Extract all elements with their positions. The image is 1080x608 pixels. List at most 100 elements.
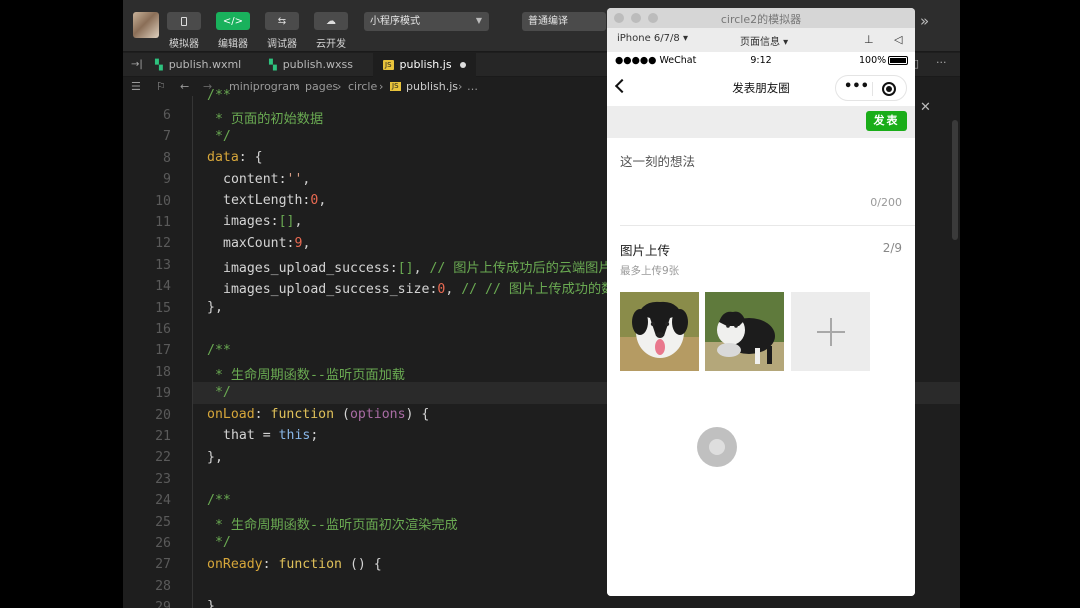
line-number: 20 [155,407,171,423]
breadcrumb-sep: › [337,80,342,93]
code-line: images_upload_success_size:0, // // 图片上传… [223,282,615,297]
list-icon[interactable]: ☰ [131,80,141,93]
code-line: content:'', [223,172,311,187]
code-line: * 生命周期函数--监听页面加载 [207,368,405,383]
more-chevron-icon[interactable]: » [920,12,929,30]
mode-select-value: 小程序模式 [370,16,420,27]
line-number: 29 [155,600,171,608]
publish-button[interactable]: 发表 [866,111,907,131]
tab-label: publish.wxss [282,58,353,71]
chevron-down-icon: ▼ [475,16,482,25]
close-target-icon[interactable] [882,82,896,96]
bookmark-icon[interactable]: ⚐ [156,80,166,93]
code-line: */ [207,385,231,400]
user-avatar[interactable] [133,12,159,38]
post-form: 这一刻的想法 0/200 图片上传 2/9 最多上传9张 [607,138,915,596]
line-number: 19 [155,386,171,402]
upload-count: 2/9 [882,241,902,255]
more-dots-icon[interactable]: ••• [844,79,869,94]
cloud-icon: ☁ [326,15,336,27]
cloud-dev-button[interactable]: ☁ [314,12,348,30]
code-line: * 生命周期函数--监听页面初次渲染完成 [207,518,458,533]
tab-publish-wxss[interactable]: ▚ publish.wxss [269,53,373,77]
collapse-sidebar-icon[interactable]: →| [131,59,143,70]
uploaded-image-dog-2[interactable] [705,292,784,371]
line-number: 14 [155,279,171,295]
line-number: 15 [155,300,171,316]
line-number: 6 [163,108,171,123]
code-line: */ [207,129,231,144]
phone-status-bar: ●●●●● WeChat 9:12 100% [607,52,915,70]
device-select[interactable]: iPhone 6/7/8 ▾ [617,33,688,44]
code-line: /** [207,88,231,103]
line-number: 23 [155,471,171,487]
line-number: 8 [163,150,171,166]
file-icon: ▚ [269,60,277,71]
divider [620,225,915,226]
line-number: 18 [155,364,171,380]
back-arrow-icon[interactable]: ← [180,80,189,93]
breadcrumb-item[interactable]: pages [305,80,338,93]
battery-icon [888,56,908,65]
upload-hint: 最多上传9张 [620,265,680,277]
simulator-toggle-button[interactable] [167,12,201,30]
simulator-titlebar: circle2的模拟器 [607,8,915,28]
gutter-divider [192,96,193,608]
code-line: textLength:0, [223,193,327,208]
breadcrumb-item: … [467,80,478,93]
code-line: /** [207,493,231,508]
breadcrumb-item[interactable]: miniprogram [229,80,300,93]
debugger-toggle-button[interactable]: ⇆ [265,12,299,30]
line-number: 16 [155,322,171,337]
line-number: 28 [155,578,171,594]
simulator-label: 模拟器 [169,39,199,50]
line-number: 21 [155,429,171,444]
line-number: 10 [155,193,171,209]
code-line: data: { [207,150,263,165]
file-icon: ▚ [155,60,163,71]
code-line: /** [207,343,231,358]
js-file-icon: JS [390,82,401,91]
simulator-controls: iPhone 6/7/8 ▾ 页面信息 ▾ ⊥ ◁ [607,28,915,52]
code-line: onReady: function () { [207,557,382,572]
code-line: onLoad: function (options) { [207,407,430,422]
compile-select-value: 普通编译 [528,16,568,27]
add-image-button[interactable] [791,292,870,371]
code-line: that = this; [223,428,319,443]
line-number: 12 [155,236,171,252]
editor-toggle-button[interactable]: </> [216,12,250,30]
line-number: 25 [155,514,171,530]
page-info-select[interactable]: 页面信息 ▾ [740,33,788,48]
pin-icon[interactable]: ⊥ [864,33,874,46]
breadcrumb-item[interactable]: publish.js [406,80,458,93]
code-line: images_upload_success:[], // 图片上传成功后的云端图… [223,261,612,276]
more-options-icon[interactable]: ··· [936,56,947,69]
code-line: */ [207,535,231,550]
code-line: }, [207,300,223,315]
editor-label: 编辑器 [218,39,248,50]
scrollbar[interactable] [952,120,958,240]
thought-textarea[interactable]: 这一刻的想法 [620,151,695,170]
uploaded-image-dog-1[interactable] [620,292,699,371]
line-number: 22 [155,450,171,466]
breadcrumb-sep: › [379,80,384,93]
upload-title: 图片上传 [620,243,671,258]
close-panel-icon[interactable]: ✕ [920,100,931,115]
simulator-window: circle2的模拟器 iPhone 6/7/8 ▾ 页面信息 ▾ ⊥ ◁ ●●… [607,8,915,596]
phone-icon [181,16,187,26]
line-number: 7 [163,129,171,145]
compile-select[interactable]: 普通编译 [522,12,606,31]
code-line: maxCount:9, [223,236,311,251]
debug-icon: ⇆ [277,15,287,27]
char-counter: 0/200 [870,196,902,209]
code-line: * 页面的初始数据 [207,112,324,127]
debugger-label: 调试器 [267,39,297,50]
breadcrumb-item[interactable]: circle [348,80,377,93]
tab-publish-wxml[interactable]: ▚ publish.wxml [155,53,259,77]
line-number: 26 [155,536,171,551]
speaker-icon[interactable]: ◁ [894,33,902,46]
mode-select[interactable]: 小程序模式 ▼ [364,12,489,31]
tab-publish-js[interactable]: JS publish.js [373,53,476,77]
publish-bar: 发表 [607,106,915,138]
breadcrumb-sep: › [295,80,300,93]
